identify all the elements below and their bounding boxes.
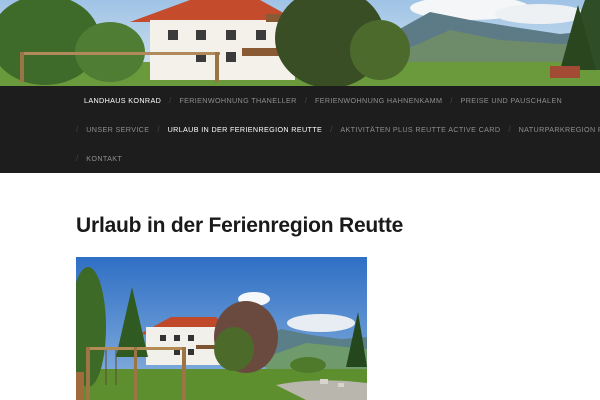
nav-item-ferienwohnung-thaneller[interactable]: Ferienwohnung Thaneller: [179, 96, 296, 105]
nav-item-unser-service[interactable]: Unser Service: [86, 125, 149, 134]
nav-item-urlaub-ferienregion-reutte[interactable]: Urlaub in der Ferienregion Reutte: [168, 125, 323, 134]
main-content: Urlaub in der Ferienregion Reutte: [0, 173, 600, 400]
nav-item-aktivitaeten-reutte-active-card[interactable]: Aktivitäten plus Reutte Active Card: [340, 125, 500, 134]
nav-separator: /: [304, 96, 307, 105]
page-title: Urlaub in der Ferienregion Reutte: [76, 214, 404, 237]
nav-item-preise-und-pauschalen[interactable]: Preise und Pauschalen: [461, 96, 562, 105]
nav-separator: /: [508, 125, 511, 134]
nav-item-naturparkregion-reutte[interactable]: Naturparkregion Reutte: [519, 125, 600, 134]
header-photo: [0, 0, 600, 86]
content-photo: [76, 257, 367, 400]
main-navigation: Landhaus Konrad / Ferienwohnung Thanelle…: [0, 86, 600, 173]
nav-separator: /: [157, 125, 160, 134]
nav-item-ferienwohnung-hahnenkamm[interactable]: Ferienwohnung Hahnenkamm: [315, 96, 442, 105]
nav-row-2: / Unser Service / Urlaub in der Ferienre…: [68, 115, 600, 144]
nav-item-kontakt[interactable]: Kontakt: [86, 154, 122, 163]
nav-separator: /: [450, 96, 453, 105]
nav-row-3: / Kontakt: [68, 144, 122, 173]
nav-separator: /: [169, 96, 172, 105]
nav-separator: /: [76, 154, 79, 163]
header-banner-image: [0, 0, 600, 86]
nav-separator: /: [76, 125, 79, 134]
nav-separator: /: [330, 125, 333, 134]
nav-row-1: Landhaus Konrad / Ferienwohnung Thanelle…: [84, 86, 562, 115]
content-image[interactable]: [76, 257, 367, 400]
nav-item-landhaus-konrad[interactable]: Landhaus Konrad: [84, 96, 161, 105]
